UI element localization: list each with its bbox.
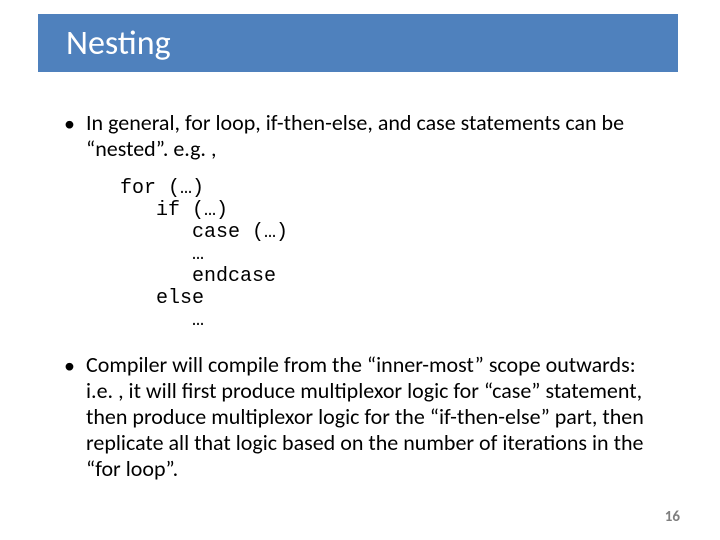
slide: Nesting • In general, for loop, if-then-… [0,0,720,540]
bullet-item: • In general, for loop, if-then-else, an… [64,110,664,162]
slide-title: Nesting [66,23,171,64]
code-example: for (…) if (…) case (…) … endcase else … [120,178,664,332]
bullet-text: In general, for loop, if-then-else, and … [86,110,664,162]
bullet-item: • Compiler will compile from the “inner-… [64,352,664,482]
bullet-marker: • [64,110,86,162]
bullet-text: Compiler will compile from the “inner-mo… [86,352,664,482]
bullet-marker: • [64,352,86,482]
content-area: • In general, for loop, if-then-else, an… [64,110,664,492]
title-bar: Nesting [38,14,678,72]
page-number: 16 [665,508,680,526]
